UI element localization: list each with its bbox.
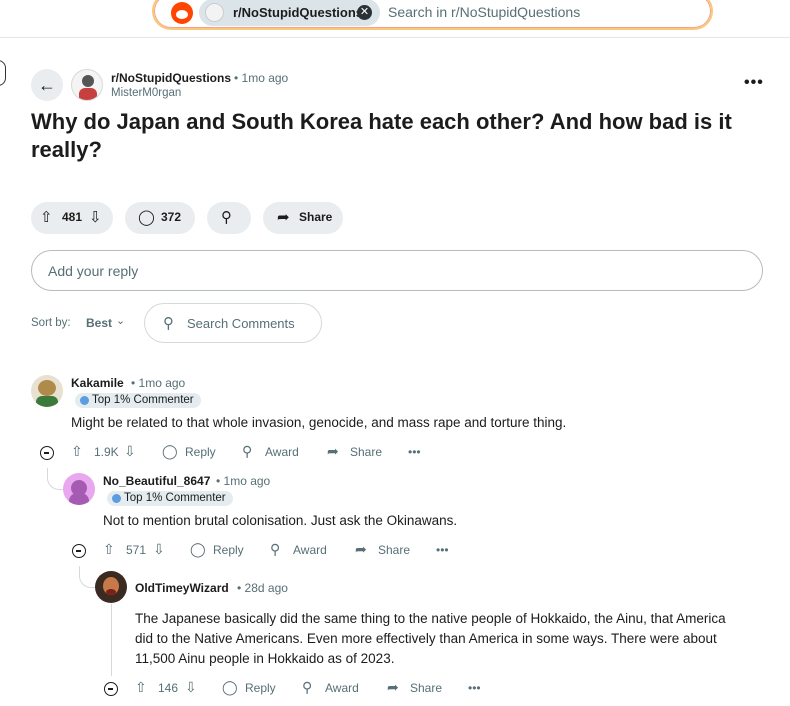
share-icon[interactable]: ➦ bbox=[327, 443, 339, 460]
award-icon[interactable]: ⚲ bbox=[242, 443, 252, 460]
reply-input[interactable]: Add your reply bbox=[31, 250, 763, 291]
comment-actions: ⇧ 571 ⇩ ◯ Reply ⚲ Award ➦ Share ••• bbox=[103, 541, 463, 561]
back-button[interactable]: ← bbox=[31, 69, 63, 101]
award-button[interactable]: Award bbox=[265, 445, 299, 459]
comment-vote-count: 1.9K bbox=[94, 445, 119, 459]
post-author-link[interactable]: MisterM0rgan bbox=[111, 87, 181, 99]
chevron-down-icon[interactable]: ⌄ bbox=[116, 314, 125, 327]
reply-icon[interactable]: ◯ bbox=[190, 541, 206, 558]
vote-pill: ⇧ 481 ⇩ bbox=[31, 202, 113, 234]
comment-time: • 1mo ago bbox=[216, 474, 271, 488]
comment-username[interactable]: No_Beautiful_8647 bbox=[103, 474, 210, 488]
subreddit-avatar[interactable] bbox=[71, 69, 103, 101]
comment-username[interactable]: OldTimeyWizard bbox=[135, 581, 229, 595]
downvote-icon[interactable]: ⇩ bbox=[153, 541, 165, 558]
share-icon: ➦ bbox=[277, 209, 290, 226]
award-icon: ⚲ bbox=[221, 209, 232, 226]
subreddit-filter-chip[interactable]: r/NoStupidQuestions ✕ bbox=[199, 0, 380, 26]
top-commenter-badge: Top 1% Commenter bbox=[107, 491, 233, 506]
reply-button[interactable]: Reply bbox=[245, 681, 276, 695]
post-subreddit-link[interactable]: r/NoStupidQuestions bbox=[111, 71, 231, 85]
top-commenter-badge: Top 1% Commenter bbox=[75, 393, 201, 408]
post-time: • 1mo ago bbox=[234, 71, 289, 85]
comment-actions: ⇧ 1.9K ⇩ ◯ Reply ⚲ Award ➦ Share ••• bbox=[71, 443, 431, 463]
comment-actions: ⇧ 146 ⇩ ◯ Reply ⚲ Award ➦ Share ••• bbox=[135, 679, 495, 699]
thread-connector bbox=[47, 468, 63, 490]
sort-label: Sort by: bbox=[31, 317, 71, 329]
search-comments-placeholder: Search Comments bbox=[187, 316, 295, 331]
post-title: Why do Japan and South Korea hate each o… bbox=[31, 109, 732, 162]
downvote-icon[interactable]: ⇩ bbox=[124, 443, 136, 460]
comment-username[interactable]: Kakamile bbox=[71, 376, 124, 390]
share-button[interactable]: Share bbox=[350, 445, 382, 459]
reddit-logo-icon[interactable] bbox=[171, 2, 193, 24]
search-icon: ⚲ bbox=[163, 315, 174, 332]
thread-connector bbox=[79, 566, 95, 588]
reply-button[interactable]: Reply bbox=[213, 543, 244, 557]
comment-vote-count: 146 bbox=[158, 681, 179, 695]
comment-more-button[interactable]: ••• bbox=[436, 543, 449, 557]
reply-button[interactable]: Reply bbox=[185, 445, 216, 459]
comment-icon: ◯ bbox=[138, 209, 155, 226]
upvote-icon[interactable]: ⇧ bbox=[103, 541, 115, 558]
award-button[interactable]: Award bbox=[325, 681, 359, 695]
reply-icon[interactable]: ◯ bbox=[222, 679, 238, 696]
comment-text: Might be related to that whole invasion,… bbox=[71, 415, 567, 430]
comment-text-line: 11,500 Ainu people in Hokkaido as of 202… bbox=[135, 651, 395, 666]
reply-icon[interactable]: ◯ bbox=[162, 443, 178, 460]
share-button[interactable]: Share bbox=[410, 681, 442, 695]
top-bar: r/NoStupidQuestions ✕ Search in r/NoStup… bbox=[0, 0, 790, 38]
sort-dropdown[interactable]: Best bbox=[86, 316, 112, 330]
share-label: Share bbox=[299, 210, 333, 224]
comments-button[interactable]: ◯ 372 bbox=[125, 202, 195, 234]
post-more-options-button[interactable]: ••• bbox=[744, 74, 764, 92]
search-bar[interactable]: r/NoStupidQuestions ✕ Search in r/NoStup… bbox=[152, 0, 713, 30]
subreddit-chip-label: r/NoStupidQuestions bbox=[233, 5, 363, 20]
share-icon[interactable]: ➦ bbox=[387, 679, 399, 696]
chip-close-icon[interactable]: ✕ bbox=[357, 5, 372, 20]
comment-avatar[interactable] bbox=[31, 375, 63, 407]
comment-more-button[interactable]: ••• bbox=[468, 681, 481, 695]
award-icon[interactable]: ⚲ bbox=[270, 541, 280, 558]
collapse-icon[interactable] bbox=[104, 682, 118, 696]
search-comments-input[interactable]: ⚲ Search Comments bbox=[144, 303, 322, 343]
comment-count: 372 bbox=[161, 210, 182, 224]
comment-avatar[interactable] bbox=[95, 571, 127, 603]
comment-text: Not to mention brutal colonisation. Just… bbox=[103, 513, 458, 528]
upvote-icon[interactable]: ⇧ bbox=[40, 208, 53, 226]
award-button[interactable]: ⚲ bbox=[207, 202, 251, 234]
thread-line bbox=[111, 604, 112, 676]
downvote-icon[interactable]: ⇩ bbox=[185, 679, 197, 696]
collapse-icon[interactable] bbox=[40, 446, 54, 460]
comment-time: • 1mo ago bbox=[131, 376, 186, 390]
upvote-icon[interactable]: ⇧ bbox=[135, 679, 147, 696]
award-icon[interactable]: ⚲ bbox=[302, 679, 312, 696]
share-icon[interactable]: ➦ bbox=[355, 541, 367, 558]
reply-placeholder: Add your reply bbox=[48, 263, 139, 279]
share-button[interactable]: Share bbox=[378, 543, 410, 557]
comment-time: • 28d ago bbox=[237, 581, 288, 595]
subreddit-avatar-icon bbox=[205, 3, 224, 22]
comment-avatar[interactable] bbox=[63, 473, 95, 505]
award-button[interactable]: Award bbox=[293, 543, 327, 557]
search-input[interactable]: Search in r/NoStupidQuestions bbox=[388, 4, 580, 20]
comment-vote-count: 571 bbox=[126, 543, 147, 557]
comment-text-line: The Japanese basically did the same thin… bbox=[135, 611, 726, 626]
share-button[interactable]: ➦ Share bbox=[263, 202, 343, 234]
comment-text-line: did to the Native Americans. Even more e… bbox=[135, 631, 717, 646]
downvote-icon[interactable]: ⇩ bbox=[89, 208, 102, 226]
collapse-icon[interactable] bbox=[72, 544, 86, 558]
upvote-icon[interactable]: ⇧ bbox=[71, 443, 83, 460]
comment-more-button[interactable]: ••• bbox=[408, 445, 421, 459]
post-vote-count: 481 bbox=[62, 210, 83, 224]
partial-circle-icon bbox=[0, 60, 6, 86]
